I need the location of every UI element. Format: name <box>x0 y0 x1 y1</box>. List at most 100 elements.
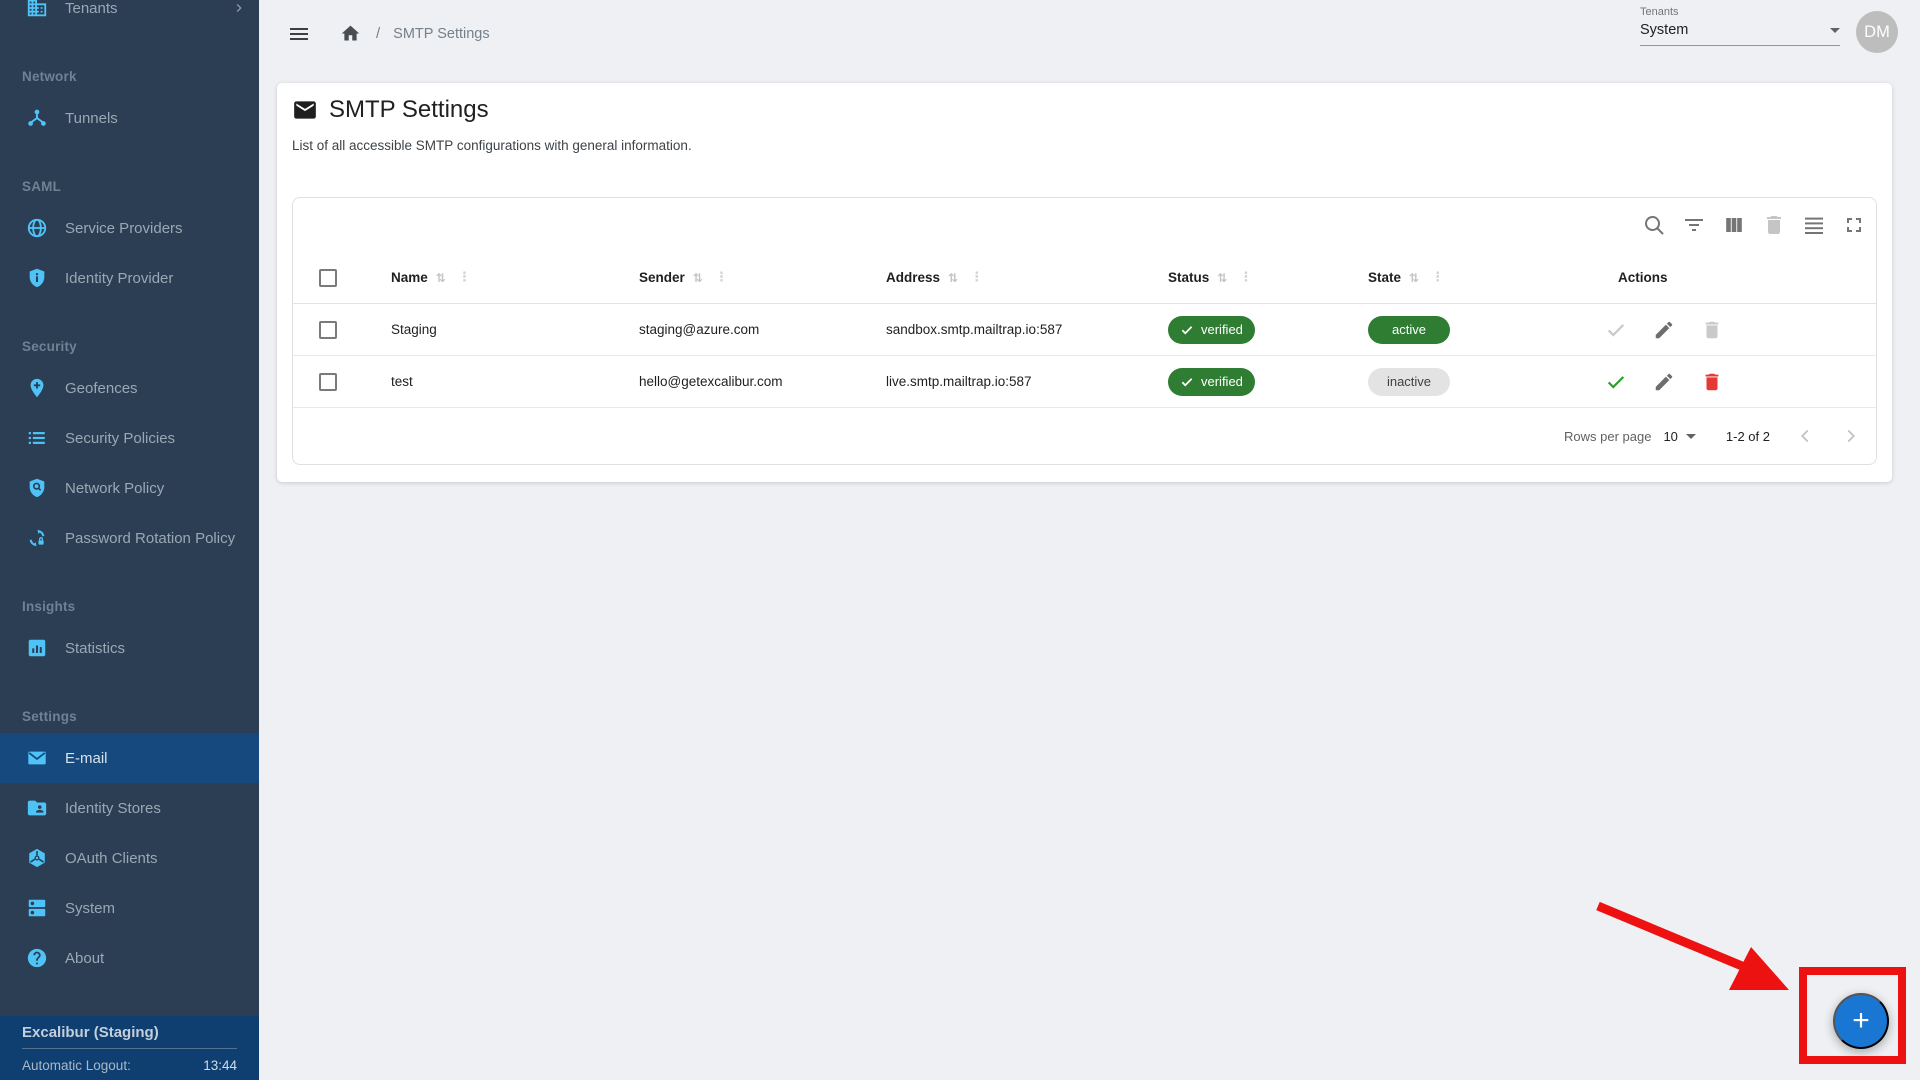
table-row: Staging staging@azure.com sandbox.smtp.m… <box>293 304 1876 356</box>
column-menu-icon[interactable]: ⋮ <box>970 270 983 285</box>
breadcrumb-separator: / <box>376 25 380 42</box>
status-badge: verified <box>1168 316 1255 344</box>
cell-sender: staging@azure.com <box>611 322 858 337</box>
sidebar-item-about[interactable]: About <box>0 933 259 983</box>
previous-page-button <box>1794 425 1816 447</box>
sidebar-footer: Excalibur (Staging) Automatic Logout: 13… <box>0 1016 259 1080</box>
check-icon <box>1180 323 1194 337</box>
sidebar-item-network-policy[interactable]: Network Policy <box>0 463 259 513</box>
add-smtp-button[interactable]: + <box>1833 993 1889 1049</box>
token-cube-icon <box>26 847 48 869</box>
sidebar-item-label: Network Policy <box>65 480 164 497</box>
help-circle-icon <box>26 947 48 969</box>
section-label-settings: Settings <box>0 699 259 733</box>
server-icon <box>26 897 48 919</box>
column-header-status[interactable]: Status⇅⋮ <box>1140 270 1340 285</box>
rows-per-page-select[interactable]: 10 <box>1663 429 1695 444</box>
approve-check-icon[interactable] <box>1605 371 1627 393</box>
cell-address: live.smtp.mailtrap.io:587 <box>858 374 1140 389</box>
table-row: test hello@getexcalibur.com live.smtp.ma… <box>293 356 1876 408</box>
buildings-icon <box>26 0 48 19</box>
sort-icon: ⇅ <box>436 271 446 285</box>
density-icon[interactable] <box>1802 213 1826 237</box>
shield-search-icon <box>26 477 48 499</box>
section-label-saml: SAML <box>0 169 259 203</box>
select-all-checkbox[interactable] <box>319 269 337 287</box>
sidebar-item-system[interactable]: System <box>0 883 259 933</box>
trash-icon <box>1762 213 1786 237</box>
sidebar-item-service-providers[interactable]: Service Providers <box>0 203 259 253</box>
chevron-right-icon <box>231 0 247 16</box>
sidebar-item-label: Service Providers <box>65 220 183 237</box>
brand-name: Excalibur (Staging) <box>22 1024 237 1041</box>
app-root: Tenants Network Tunnels SAML Service Pro… <box>0 0 1920 1080</box>
sort-icon: ⇅ <box>948 271 958 285</box>
sidebar-item-identity-provider[interactable]: Identity Provider <box>0 253 259 303</box>
tenant-select-value: System <box>1640 22 1688 38</box>
sidebar-item-label: Identity Stores <box>65 800 161 817</box>
pagination-range: 1-2 of 2 <box>1726 429 1770 444</box>
tenant-select[interactable]: Tenants System <box>1640 6 1840 46</box>
chevron-right-icon <box>1840 425 1862 447</box>
envelope-icon <box>26 747 48 769</box>
column-header-state[interactable]: State⇅⋮ <box>1340 270 1550 285</box>
search-icon[interactable] <box>1642 213 1666 237</box>
sort-icon: ⇅ <box>1409 271 1419 285</box>
chevron-down-icon <box>1686 434 1696 439</box>
section-label-insights: Insights <box>0 589 259 623</box>
plus-icon: + <box>1852 1004 1870 1038</box>
column-header-actions: Actions <box>1550 270 1876 285</box>
sidebar-item-tenants[interactable]: Tenants <box>0 0 259 33</box>
row-checkbox[interactable] <box>319 321 337 339</box>
breadcrumb-current: SMTP Settings <box>393 26 489 42</box>
sidebar-item-oauth-clients[interactable]: OAuth Clients <box>0 833 259 883</box>
location-pin-plus-icon <box>26 377 48 399</box>
sidebar-item-password-rotation-policy[interactable]: Password Rotation Policy <box>0 513 259 563</box>
cell-name: test <box>363 374 611 389</box>
cell-name: Staging <box>363 322 611 337</box>
column-menu-icon[interactable]: ⋮ <box>458 270 471 285</box>
sidebar-item-identity-stores[interactable]: Identity Stores <box>0 783 259 833</box>
breadcrumb-home-link[interactable] <box>340 23 361 44</box>
sidebar-item-label: OAuth Clients <box>65 850 158 867</box>
chevron-left-icon <box>1794 425 1816 447</box>
avatar[interactable]: DM <box>1856 11 1898 53</box>
approve-check-icon <box>1605 319 1627 341</box>
columns-icon[interactable] <box>1722 213 1746 237</box>
sidebar-item-geofences[interactable]: Geofences <box>0 363 259 413</box>
shield-info-icon <box>26 267 48 289</box>
next-page-button <box>1840 425 1862 447</box>
column-header-name[interactable]: Name⇅⋮ <box>363 270 611 285</box>
cell-sender: hello@getexcalibur.com <box>611 374 858 389</box>
sort-icon: ⇅ <box>1217 271 1227 285</box>
cell-address: sandbox.smtp.mailtrap.io:587 <box>858 322 1140 337</box>
delete-trash-icon[interactable] <box>1701 371 1723 393</box>
folder-person-icon <box>26 797 48 819</box>
sidebar-item-label: Identity Provider <box>65 270 173 287</box>
column-menu-icon[interactable]: ⋮ <box>715 270 728 285</box>
row-checkbox[interactable] <box>319 373 337 391</box>
sidebar-item-label: Tenants <box>65 0 118 17</box>
footer-divider <box>22 1048 237 1049</box>
hamburger-icon <box>287 22 311 46</box>
column-menu-icon[interactable]: ⋮ <box>1239 270 1252 285</box>
column-header-sender[interactable]: Sender⇅⋮ <box>611 270 858 285</box>
sidebar-item-security-policies[interactable]: Security Policies <box>0 413 259 463</box>
smtp-settings-card: SMTP Settings List of all accessible SMT… <box>277 83 1892 482</box>
section-label-security: Security <box>0 329 259 363</box>
sidebar-item-email[interactable]: E-mail <box>0 733 259 783</box>
sidebar-item-label: Security Policies <box>65 430 175 447</box>
filter-icon[interactable] <box>1682 213 1706 237</box>
column-header-address[interactable]: Address⇅⋮ <box>858 270 1140 285</box>
fullscreen-icon[interactable] <box>1842 213 1866 237</box>
edit-pencil-icon[interactable] <box>1653 371 1675 393</box>
menu-toggle-button[interactable] <box>287 22 311 46</box>
chevron-down-icon <box>1830 28 1840 33</box>
edit-pencil-icon[interactable] <box>1653 319 1675 341</box>
sidebar-item-statistics[interactable]: Statistics <box>0 623 259 673</box>
column-menu-icon[interactable]: ⋮ <box>1431 270 1444 285</box>
logout-label: Automatic Logout: <box>22 1058 131 1073</box>
sidebar: Tenants Network Tunnels SAML Service Pro… <box>0 0 259 1080</box>
list-icon <box>26 427 48 449</box>
sidebar-item-tunnels[interactable]: Tunnels <box>0 93 259 143</box>
